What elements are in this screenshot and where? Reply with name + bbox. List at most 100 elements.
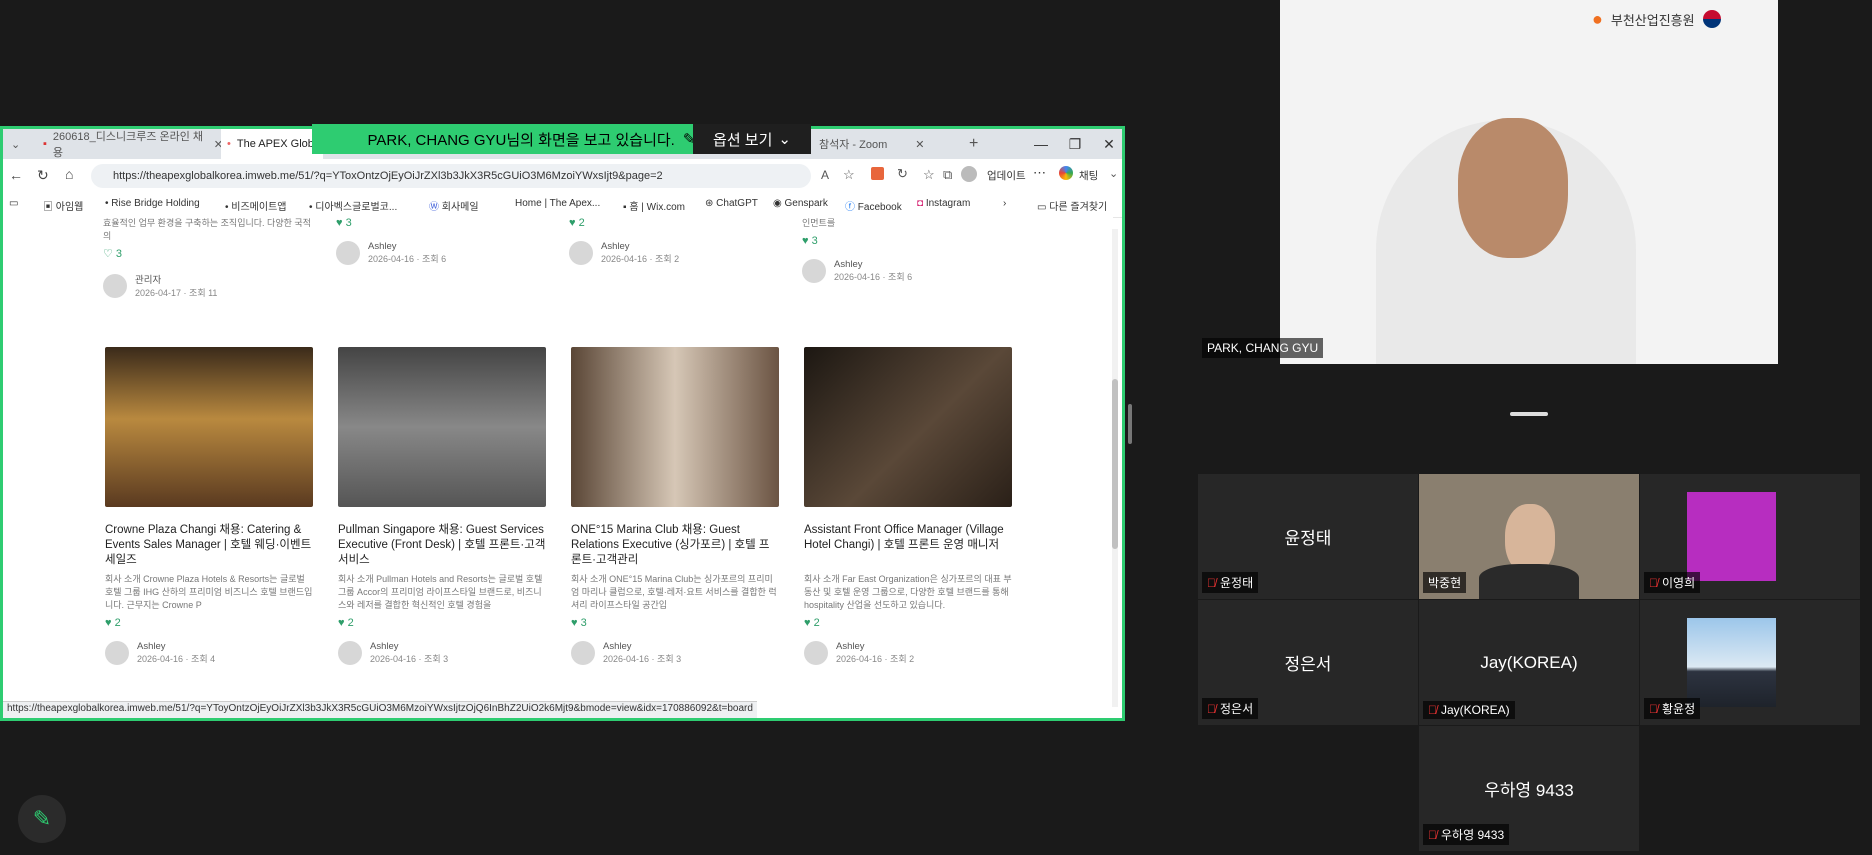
bookmark-rise-bridge[interactable]: • Rise Bridge Holding [105, 198, 200, 209]
splitter-handle[interactable] [1128, 404, 1132, 444]
more-menu-icon[interactable]: ⋯ [1033, 165, 1046, 181]
tab-zoom[interactable]: 참석자 - Zoom ✕ [815, 129, 969, 159]
card-thumbnail[interactable] [804, 347, 1012, 507]
bookmark-instagram[interactable]: ◘ Instagram [917, 198, 970, 209]
annotate-pencil-button[interactable]: ✎ [18, 795, 66, 843]
resize-handle[interactable] [1510, 412, 1548, 416]
scrollbar-thumb[interactable] [1112, 379, 1118, 549]
home-icon[interactable]: ⌂ [65, 166, 73, 182]
reload-icon[interactable]: ↻ [37, 167, 49, 184]
board-card[interactable]: Assistant Front Office Manager (Village … [804, 347, 1012, 665]
muted-mic-icon: 🎙̸ [1649, 575, 1658, 590]
card-author: Ashley 2026-04-16 · 조회 6 [802, 259, 1010, 283]
board-card[interactable]: Pullman Singapore 채용: Guest Services Exe… [338, 347, 546, 665]
collections-icon[interactable]: ⧉ [943, 167, 952, 183]
card-thumbnail[interactable] [105, 347, 313, 507]
chevron-down-icon: ⌄ [778, 131, 791, 148]
extension-icon[interactable] [871, 167, 884, 180]
card-title[interactable]: ONE°15 Marina Club 채용: Guest Relations E… [571, 523, 779, 569]
participant-tile[interactable]: 🎙̸ 이영희 [1640, 474, 1860, 599]
participant-tile[interactable]: 정은서 🎙̸ 정은서 [1198, 600, 1418, 725]
avatar [338, 641, 362, 665]
tab-menu-chevron[interactable]: ⌄ [11, 129, 33, 159]
muted-mic-icon: 🎙̸ [1207, 575, 1216, 590]
card-title[interactable]: Pullman Singapore 채용: Guest Services Exe… [338, 523, 546, 569]
tab-disney[interactable]: ▪ 260618_디스니크루즈 온라인 채용 ✕ [37, 129, 223, 159]
like-count[interactable]: ♥ 2 [105, 617, 313, 629]
participant-name-tag: 박중현 [1423, 572, 1467, 593]
board-card[interactable]: 인먼트를 ♥ 3 Ashley 2026-04-16 · 조회 6 [802, 217, 1010, 283]
page-scrollbar[interactable] [1112, 229, 1118, 707]
board-card[interactable]: ONE°15 Marina Club 채용: Guest Relations E… [571, 347, 779, 665]
like-count[interactable]: ♥ 3 [336, 217, 544, 229]
view-options-button[interactable]: 옵션 보기 ⌄ [693, 124, 811, 154]
url-text: https://theapexglobalkorea.imweb.me/51/?… [113, 170, 663, 182]
bookmark-label: 홈 | Wix.com [629, 202, 686, 213]
board-card[interactable]: 효율적인 업무 환경을 구축하는 조직입니다. 다양한 국적의 ♡ 3 관리자 2… [103, 217, 311, 299]
favorites-icon[interactable]: ☆ [923, 167, 935, 183]
bookmark-facebook[interactable]: ⓕ Facebook [845, 198, 902, 213]
participant-name: 정은서 [1220, 702, 1254, 716]
bookmark-company-mail[interactable]: Ⓦ 회사메일 [429, 198, 479, 213]
bookmark-bizmate[interactable]: • 비즈메이트앱 [225, 198, 286, 213]
author-name: Ashley [836, 641, 865, 652]
participant-tile[interactable]: 윤정태 🎙̸ 윤정태 [1198, 474, 1418, 599]
board-card[interactable]: ♥ 3 Ashley 2026-04-16 · 조회 6 [336, 217, 544, 265]
participant-name-tag: 🎙̸ Jay(KOREA) [1423, 701, 1515, 719]
card-title[interactable]: Assistant Front Office Manager (Village … [804, 523, 1012, 569]
like-count[interactable]: ♥ 2 [569, 217, 777, 229]
card-title[interactable]: Crowne Plaza Changi 채용: Catering & Event… [105, 523, 313, 569]
participant-tile[interactable]: 우하영 9433 🎙̸ 우하영 9433 [1419, 726, 1639, 851]
tab-apex[interactable]: • The APEX Global [221, 129, 323, 159]
chat-button[interactable]: 채팅 [1079, 168, 1098, 183]
favorite-star-icon[interactable]: ☆ [843, 167, 855, 183]
bookmark-genspark[interactable]: ◉ Genspark [773, 198, 828, 209]
back-icon[interactable]: ← [9, 167, 23, 183]
close-icon[interactable]: ✕ [915, 138, 924, 151]
card-thumbnail[interactable] [571, 347, 779, 507]
participant-name: 우하영 9433 [1441, 828, 1505, 842]
new-tab-icon[interactable]: + [969, 129, 989, 159]
bookmark-wix[interactable]: ▪ 홈 | Wix.com [623, 198, 685, 213]
apps-icon[interactable]: ▭ [9, 198, 18, 209]
like-number: 2 [813, 617, 820, 629]
participant-tile[interactable]: 🎙̸ 황윤정 [1640, 600, 1860, 725]
bookmark-label: Instagram [925, 198, 971, 209]
maximize-icon[interactable]: ❐ [1057, 129, 1093, 159]
speaker-face [1458, 118, 1568, 258]
like-count[interactable]: ♥ 3 [571, 617, 779, 629]
board-card[interactable]: ♥ 2 Ashley 2026-04-16 · 조회 2 [569, 217, 777, 265]
bookmark-chatgpt[interactable]: ⊛ ChatGPT [705, 198, 758, 209]
participant-avatar-square [1687, 618, 1776, 707]
sync-icon[interactable]: ↻ [897, 166, 908, 182]
chat-chevron-icon[interactable]: ⌄ [1109, 167, 1118, 180]
participant-tile[interactable]: Jay(KOREA) 🎙̸ Jay(KOREA) [1419, 600, 1639, 725]
minimize-icon[interactable]: — [1023, 129, 1059, 159]
avatar [336, 241, 360, 265]
profile-avatar[interactable] [961, 166, 977, 182]
bookmark-imweb[interactable]: ▣ 아임웹 [43, 198, 83, 213]
card-thumbnail[interactable] [338, 347, 546, 507]
like-count[interactable]: ♥ 3 [802, 235, 1010, 247]
copilot-icon[interactable] [1059, 166, 1073, 180]
read-aloud-icon[interactable]: A [821, 168, 829, 182]
bookmark-apex-home[interactable]: Home | The Apex... [515, 198, 600, 209]
like-number: 3 [115, 248, 123, 260]
participant-tile[interactable]: 박중현 [1419, 474, 1639, 599]
url-field[interactable]: https://theapexglobalkorea.imweb.me/51/?… [91, 164, 811, 188]
bookmarks-more-chevron-icon[interactable]: › [1003, 198, 1006, 209]
other-favorites-folder[interactable]: ▭ 다른 즐겨찾기 [1037, 198, 1107, 213]
card-author: Ashley 2026-04-16 · 조회 4 [105, 641, 313, 665]
window-close-icon[interactable]: ✕ [1091, 129, 1122, 159]
bookmark-label: 아임웹 [55, 202, 84, 213]
like-count[interactable]: ♡ 3 [103, 247, 311, 260]
orange-logo-icon: ● [1592, 8, 1603, 29]
board-card[interactable]: Crowne Plaza Changi 채용: Catering & Event… [105, 347, 313, 665]
like-count[interactable]: ♥ 2 [804, 617, 1012, 629]
post-meta: 2026-04-16 · 조회 6 [834, 272, 913, 282]
like-count[interactable]: ♥ 2 [338, 617, 546, 629]
bookmark-diavex[interactable]: • 디아벡스글로벌코... [309, 198, 397, 213]
bipa-logo-text: 부천산업진흥원 [1610, 12, 1695, 28]
card-author: 관리자 2026-04-17 · 조회 11 [103, 272, 311, 299]
update-button[interactable]: 업데이트 [987, 168, 1026, 183]
